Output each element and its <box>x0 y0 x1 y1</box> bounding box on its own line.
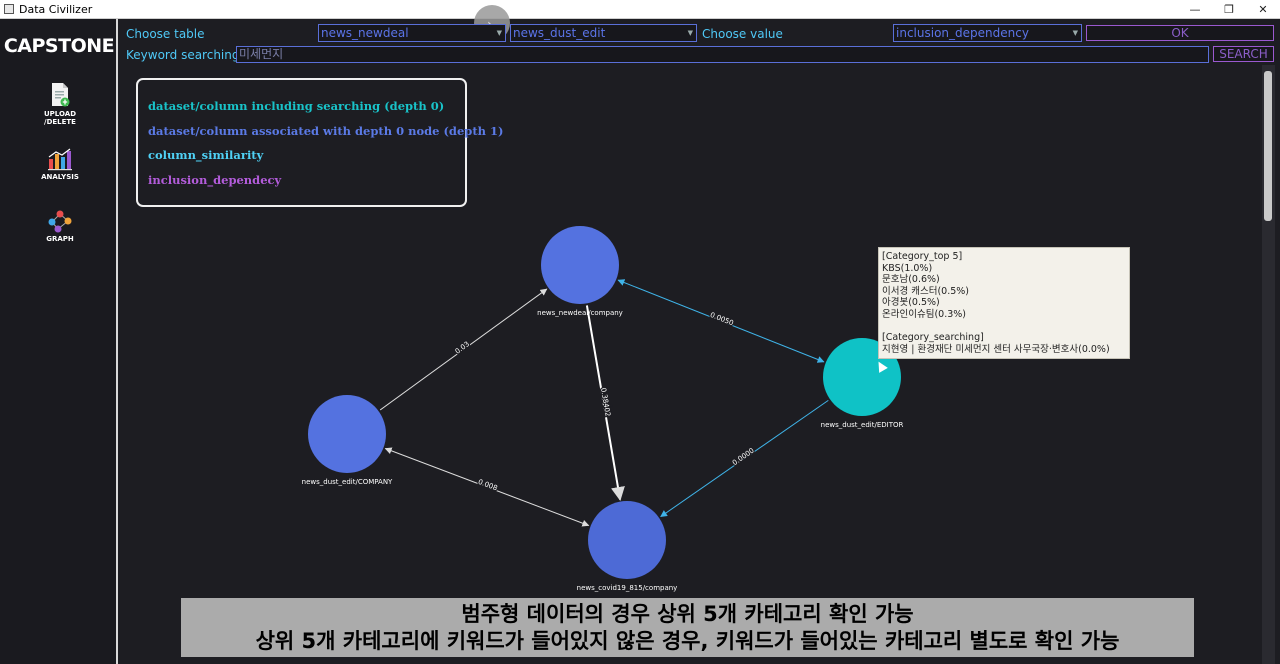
tooltip-line: [Category_searching] <box>882 332 984 344</box>
graph-node[interactable] <box>588 501 666 579</box>
sidebar-item-label: ANALYSIS <box>41 173 79 181</box>
minimize-icon[interactable]: — <box>1178 0 1212 19</box>
sidebar: CAPSTONE UPLOAD /DELETE ANALYSIS GRAPH <box>0 19 118 664</box>
graph-nodes: news_newdeal/company news_dust_edit/COMPA… <box>302 226 904 592</box>
sidebar-item-label: GRAPH <box>46 235 74 243</box>
tooltip-line: 아경봇(0.5%) <box>882 297 940 309</box>
tooltip-line <box>882 321 1126 333</box>
brand-logo: CAPSTONE <box>3 35 115 57</box>
graph-node-label: news_dust_edit/COMPANY <box>302 478 393 486</box>
bar-chart-icon <box>48 148 72 171</box>
edge-weight-label: 0.38402 <box>599 387 612 417</box>
graph-node[interactable] <box>541 226 619 304</box>
restore-icon[interactable]: ❐ <box>1212 0 1246 19</box>
tooltip-line: 온라인이슈팀(0.3%) <box>882 308 966 320</box>
sidebar-item-upload[interactable]: UPLOAD /DELETE <box>34 82 86 126</box>
subtitle-line-2: 상위 5개 카테고리에 키워드가 들어있지 않은 경우, 키워드가 들어있는 카… <box>255 629 1120 653</box>
node-tooltip: [Category_top 5] KBS(1.0%) 문호남(0.6%) 이서경 캐스… <box>878 247 1130 359</box>
edge-weight-label: 0.03 <box>454 340 471 356</box>
window-titlebar: Data Civilizer — ❐ ✕ <box>0 0 1280 19</box>
edge-weight-label: 0.008 <box>477 478 499 493</box>
tooltip-line: 지현영 | 환경재단 미세먼지 센터 사무국장·변호사(0.0%) <box>882 343 1110 355</box>
graph-node[interactable] <box>308 395 386 473</box>
scrollbar-thumb[interactable] <box>1264 71 1272 221</box>
graph-node-label: news_dust_edit/EDITOR <box>821 421 904 429</box>
graph-network-icon <box>48 210 72 233</box>
main-panel: › Choose table news_newdeal ▼ news_dust_… <box>121 5 1280 664</box>
subtitle-line-1: 범주형 데이터의 경우 상위 5개 카테고리 확인 가능 <box>461 602 914 626</box>
sidebar-item-analysis[interactable]: ANALYSIS <box>34 147 86 181</box>
tooltip-line: 문호남(0.6%) <box>882 274 940 286</box>
vertical-scrollbar[interactable] <box>1262 65 1275 664</box>
video-subtitle: 범주형 데이터의 경우 상위 5개 카테고리 확인 가능 상위 5개 카테고리에… <box>181 598 1194 657</box>
edge-weight-label: 0.0050 <box>709 311 735 327</box>
edge-weight-label: 0.0000 <box>731 447 756 468</box>
tooltip-line: 이서경 캐스터(0.5%) <box>882 285 970 297</box>
graph-node-label: news_newdeal/company <box>537 309 623 317</box>
close-icon[interactable]: ✕ <box>1246 0 1280 19</box>
graph-node-label: news_covid19_815/company <box>577 584 678 592</box>
app-icon <box>4 4 14 14</box>
tooltip-line: [Category_top 5] <box>882 251 963 262</box>
sidebar-item-label: UPLOAD /DELETE <box>43 110 77 126</box>
window-title: Data Civilizer <box>19 2 93 16</box>
window-controls: — ❐ ✕ <box>1178 0 1280 19</box>
sidebar-item-graph[interactable]: GRAPH <box>34 209 86 243</box>
upload-document-icon <box>52 83 70 107</box>
tooltip-line: KBS(1.0%) <box>882 262 933 274</box>
